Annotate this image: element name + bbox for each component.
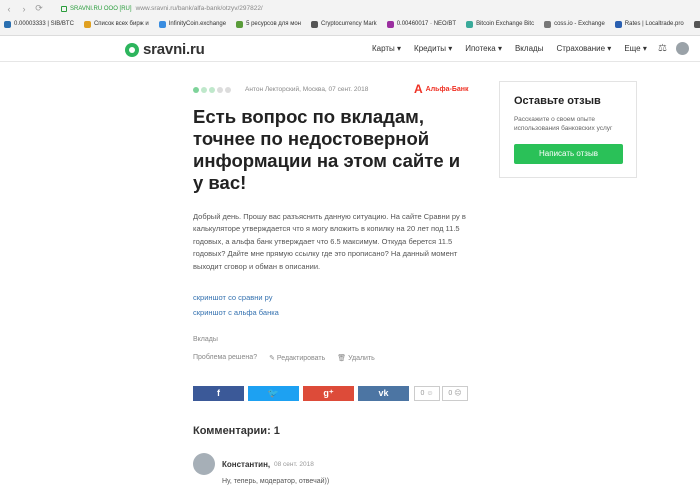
bookmark-favicon-icon	[693, 20, 700, 28]
bookmark-item[interactable]: Список всех бирж и	[83, 20, 149, 28]
bookmark-label: Cryptocurrency Mark	[321, 21, 377, 27]
bookmark-label: coss.io - Exchange	[554, 21, 605, 27]
bank-logo[interactable]: А Альфа-Банк	[414, 82, 468, 96]
share-twitter-button[interactable]: 🐦	[248, 386, 299, 401]
bookmark-favicon-icon	[83, 20, 91, 28]
nav-item-deposits[interactable]: Вклады	[515, 44, 543, 53]
review-title: Есть вопрос по вкладам, точнее по недост…	[193, 106, 461, 193]
review-meta: Антон Лекторский, Москва, 07 сент. 2018	[193, 86, 368, 93]
rating-dot-icon	[201, 86, 207, 93]
rating-dot-icon	[217, 86, 223, 93]
screenshot-link-alfa[interactable]: скриншот с альфа банка	[193, 308, 279, 317]
back-icon[interactable]: ‹	[3, 4, 15, 14]
comment-author: Константин,	[222, 460, 271, 469]
bookmark-item[interactable]: InfinityCoin.exchange	[158, 20, 227, 28]
user-avatar[interactable]	[676, 42, 689, 55]
vote-down-button[interactable]: 0 ☹	[442, 386, 468, 401]
scales-icon[interactable]: ⚖	[658, 43, 669, 54]
bookmark-item[interactable]: 0.00003333 | SIB/BTC	[4, 20, 74, 28]
bookmarks-bar: 0.00003333 | SIB/BTC Список всех бирж и In…	[0, 17, 700, 31]
rating-dot-icon	[193, 86, 199, 93]
bookmark-favicon-icon	[311, 20, 318, 28]
comment-avatar	[193, 453, 215, 475]
delete-button[interactable]: 🗑 Удалить	[337, 354, 375, 362]
comment-text: Ну, теперь, модератор, отвечай))	[222, 478, 330, 485]
bookmark-favicon-icon	[4, 20, 11, 28]
bookmark-item[interactable]: 5 ресурсов для мон	[236, 20, 301, 28]
main-nav: Карты ▾ Кредиты ▾ Ипотека ▾ Вклады Страх…	[372, 44, 660, 53]
bookmark-favicon-icon	[158, 20, 166, 28]
bank-name: Альфа-Банк	[425, 85, 469, 93]
reload-icon[interactable]: ⟳	[33, 3, 45, 14]
write-review-title: Оставьте отзыв	[514, 95, 601, 107]
rating-dot-icon	[209, 86, 215, 93]
review-tag[interactable]: Вклады	[193, 336, 218, 343]
nav-item-insurance[interactable]: Страхование ▾	[556, 44, 611, 53]
bookmark-item[interactable]: Обу	[693, 20, 700, 28]
bookmark-item[interactable]: Rates | Localtrade.pro	[614, 20, 684, 28]
vote-up-button[interactable]: 0 ☺	[414, 386, 440, 401]
bookmark-label: Rates | Localtrade.pro	[624, 21, 684, 27]
bookmark-item[interactable]: Cryptocurrency Mark	[311, 20, 377, 28]
secure-label: SRAVNI.RU ООО [RU]	[70, 5, 132, 12]
review-author-date: Антон Лекторский, Москва, 07 сент. 2018	[245, 86, 369, 93]
share-facebook-button[interactable]: f	[193, 386, 244, 401]
comments-title: Комментарии: 1	[193, 425, 280, 437]
url-text[interactable]: www.sravni.ru/bank/alfa-bank/otzyv/29782…	[136, 5, 263, 12]
edit-button[interactable]: ✎ Редактировать	[269, 354, 325, 362]
bookmark-label: Bitcoin Exchange Bitc	[476, 21, 535, 27]
rating-dot-icon	[225, 86, 231, 93]
problem-solved-link[interactable]: Проблема решена?	[193, 354, 257, 362]
bookmark-item[interactable]: Bitcoin Exchange Bitc	[466, 20, 535, 28]
review-text: Добрый день. Прошу вас разъяснить данную…	[193, 212, 466, 271]
screenshot-link-sravni[interactable]: скриншот со сравни ру	[193, 293, 273, 302]
bookmark-favicon-icon	[466, 20, 474, 28]
nav-item-cards[interactable]: Карты ▾	[372, 44, 401, 53]
site-header: sravni.ru Карты ▾ Кредиты ▾ Ипотека ▾ Вк…	[0, 36, 700, 62]
write-review-box: Оставьте отзыв Расскажите о своем опыте …	[499, 81, 637, 178]
logo-icon	[125, 42, 139, 57]
forward-icon[interactable]: ›	[18, 4, 30, 14]
bookmark-label: 0.00003333 | SIB/BTC	[14, 21, 74, 27]
address-bar[interactable]: ‹ › ⟳ SRAVNI.RU ООО [RU] www.sravni.ru/b…	[0, 0, 700, 17]
browser-chrome: ‹ › ⟳ SRAVNI.RU ООО [RU] www.sravni.ru/b…	[0, 0, 700, 36]
comment-date: 08 сент. 2018	[274, 461, 314, 468]
nav-item-mortgage[interactable]: Ипотека ▾	[465, 44, 502, 53]
bookmark-favicon-icon	[386, 20, 394, 28]
nav-item-credits[interactable]: Кредиты ▾	[414, 44, 452, 53]
share-googleplus-button[interactable]: g⁺	[303, 386, 354, 401]
share-vk-button[interactable]: vk	[358, 386, 409, 401]
write-review-text: Расскажите о своем опыте использования б…	[514, 116, 613, 132]
bookmark-item[interactable]: coss.io - Exchange	[544, 20, 605, 28]
bookmark-item[interactable]: 0.00460017 · NEO/BT	[386, 20, 457, 28]
logo-text: sravni.ru	[143, 41, 205, 58]
secure-indicator[interactable]: SRAVNI.RU ООО [RU]	[61, 5, 132, 12]
site-logo[interactable]: sravni.ru	[125, 41, 205, 58]
bookmark-label: 0.00460017 · NEO/BT	[396, 21, 457, 27]
bookmark-favicon-icon	[614, 20, 622, 28]
bookmark-label: InfinityCoin.exchange	[168, 21, 227, 27]
bookmark-label: 5 ресурсов для мон	[246, 21, 301, 27]
nav-item-more[interactable]: Еще ▾	[624, 44, 647, 53]
alfa-logo-icon: А	[414, 82, 423, 96]
bookmark-favicon-icon	[544, 20, 552, 28]
bookmark-favicon-icon	[236, 20, 244, 28]
bookmark-label: Список всех бирж и	[93, 21, 149, 27]
write-review-button[interactable]: Написать отзыв	[514, 144, 623, 164]
review-actions: Проблема решена? ✎ Редактировать 🗑 Удали…	[193, 354, 387, 362]
lock-icon	[61, 5, 67, 12]
